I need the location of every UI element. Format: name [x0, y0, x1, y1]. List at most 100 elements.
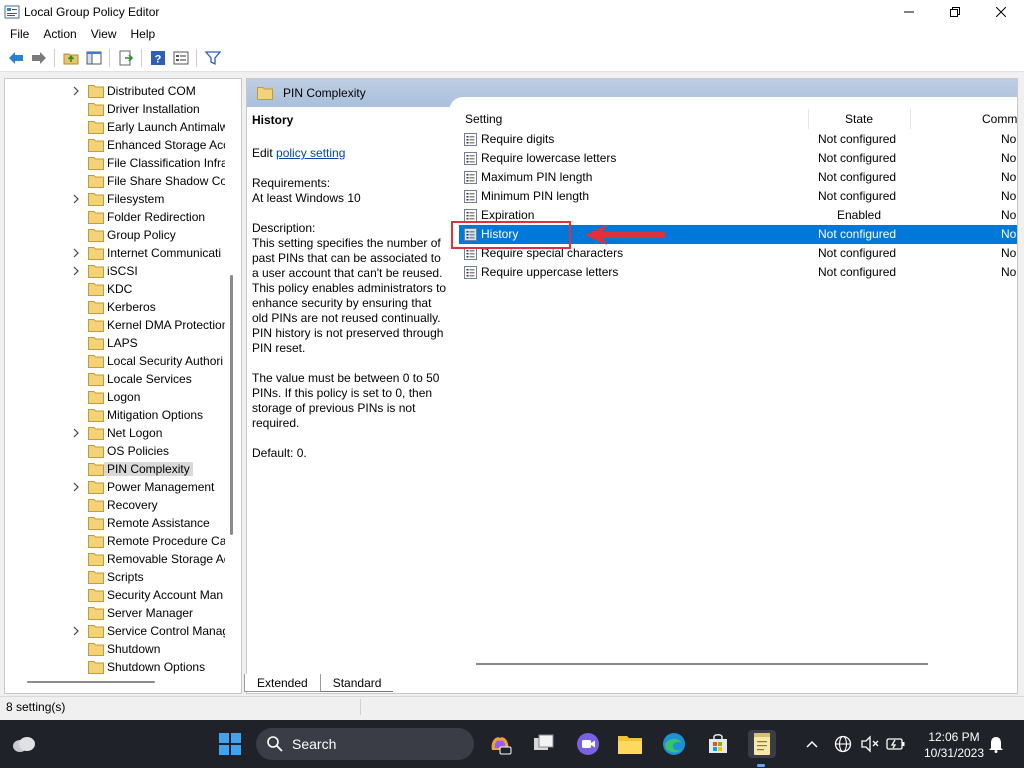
- tree-item[interactable]: Shutdown: [5, 640, 227, 658]
- tree-item[interactable]: Filesystem: [5, 190, 227, 208]
- tree-item[interactable]: Enhanced Storage Acc: [5, 136, 227, 154]
- chevron-right-icon[interactable]: [71, 266, 81, 276]
- chevron-right-icon[interactable]: [71, 248, 81, 258]
- show-hide-tree-button[interactable]: [82, 47, 105, 69]
- tree-item[interactable]: Local Security Authori: [5, 352, 227, 370]
- copilot-button[interactable]: [486, 730, 514, 758]
- column-header-state[interactable]: State: [845, 109, 873, 129]
- tree-item[interactable]: Scripts: [5, 568, 227, 586]
- teams-chat-button[interactable]: [574, 730, 602, 758]
- tree-item[interactable]: Mitigation Options: [5, 406, 227, 424]
- menu-view[interactable]: View: [84, 24, 124, 44]
- tree-item[interactable]: Distributed COM: [5, 82, 227, 100]
- export-list-button[interactable]: [114, 47, 137, 69]
- tree-item[interactable]: Group Policy: [5, 226, 227, 244]
- minimize-button[interactable]: [886, 0, 932, 24]
- forward-button[interactable]: [27, 47, 50, 69]
- tree-item[interactable]: Remote Assistance: [5, 514, 227, 532]
- volume-button[interactable]: [858, 730, 882, 758]
- taskbar-clock[interactable]: 12:06 PM 10/31/2023: [918, 729, 990, 761]
- tree-item[interactable]: Kerberos: [5, 298, 227, 316]
- column-separator[interactable]: [910, 109, 911, 129]
- menu-help[interactable]: Help: [124, 24, 163, 44]
- taskbar-search-box[interactable]: Search: [256, 728, 474, 760]
- settings-row[interactable]: Require lowercase letters Not configured N…: [459, 149, 1017, 168]
- edit-policy-setting-link[interactable]: policy setting: [276, 146, 345, 160]
- tree-item[interactable]: Shutdown Options: [5, 658, 227, 676]
- horizontal-scrollbar[interactable]: [476, 663, 928, 665]
- tree-item[interactable]: File Classification Infra: [5, 154, 227, 172]
- tree-item[interactable]: Early Launch Antimalw: [5, 118, 227, 136]
- language-button[interactable]: [832, 730, 854, 758]
- tree-item-label: Security Account Man: [107, 588, 224, 602]
- tree-item[interactable]: File Share Shadow Cop: [5, 172, 227, 190]
- tree-item[interactable]: Locale Services: [5, 370, 227, 388]
- tree-item-label: Server Manager: [107, 606, 194, 620]
- battery-button[interactable]: [884, 730, 908, 758]
- help-button[interactable]: ?: [146, 47, 169, 69]
- tree-item[interactable]: iSCSI: [5, 262, 227, 280]
- edge-browser-button[interactable]: [660, 730, 688, 758]
- up-one-level-button[interactable]: [59, 47, 82, 69]
- tree-item[interactable]: Kernel DMA Protection: [5, 316, 227, 334]
- tree-item-label: Service Control Manag: [107, 624, 225, 638]
- settings-row[interactable]: Require digits Not configured No: [459, 130, 1017, 149]
- settings-row[interactable]: Maximum PIN length Not configured No: [459, 168, 1017, 187]
- widgets-button[interactable]: [10, 730, 38, 758]
- tree-item[interactable]: Power Management: [5, 478, 227, 496]
- chevron-right-icon[interactable]: [71, 428, 81, 438]
- window-title: Local Group Policy Editor: [24, 5, 160, 19]
- folder-icon: [88, 643, 104, 656]
- close-button[interactable]: [978, 0, 1024, 24]
- tree-item[interactable]: PIN Complexity: [5, 460, 227, 478]
- tree-item[interactable]: Folder Redirection: [5, 208, 227, 226]
- microsoft-store-button[interactable]: [704, 730, 732, 758]
- folder-icon: [88, 463, 104, 476]
- policy-setting-icon: [464, 171, 477, 184]
- tree-item[interactable]: Net Logon: [5, 424, 227, 442]
- notifications-button[interactable]: [984, 730, 1008, 758]
- tree-item[interactable]: Logon: [5, 388, 227, 406]
- column-separator[interactable]: [808, 109, 809, 129]
- folder-icon: [88, 625, 104, 638]
- tree-item[interactable]: Security Account Man: [5, 586, 227, 604]
- tree-item[interactable]: Driver Installation: [5, 100, 227, 118]
- tree-item-label: Early Launch Antimalw: [107, 120, 225, 134]
- menu-file[interactable]: File: [3, 24, 36, 44]
- column-header-setting[interactable]: Setting: [465, 109, 502, 129]
- vertical-scrollbar[interactable]: [230, 275, 233, 535]
- console-tree[interactable]: Distributed COM Driver Installation Early …: [4, 78, 242, 694]
- settings-row[interactable]: Require uppercase letters Not configured N…: [459, 263, 1017, 282]
- tree-item[interactable]: Removable Storage Ac: [5, 550, 227, 568]
- chevron-right-icon[interactable]: [71, 626, 81, 636]
- back-button[interactable]: [4, 47, 27, 69]
- start-button[interactable]: [216, 730, 244, 758]
- menu-action[interactable]: Action: [36, 24, 83, 44]
- tree-item[interactable]: Remote Procedure Ca: [5, 532, 227, 550]
- show-hidden-icons-button[interactable]: [800, 730, 824, 758]
- horizontal-scrollbar[interactable]: [27, 681, 155, 683]
- filter-button[interactable]: [201, 47, 224, 69]
- tab-extended[interactable]: Extended: [244, 674, 321, 692]
- chevron-right-icon[interactable]: [71, 86, 81, 96]
- notepad-button[interactable]: [748, 730, 776, 758]
- chevron-right-icon[interactable]: [71, 482, 81, 492]
- properties-icon: [173, 51, 188, 64]
- settings-row[interactable]: Minimum PIN length Not configured No: [459, 187, 1017, 206]
- tab-standard[interactable]: Standard: [320, 674, 394, 692]
- tree-item[interactable]: KDC: [5, 280, 227, 298]
- chevron-right-icon[interactable]: [71, 194, 81, 204]
- maximize-button[interactable]: [932, 0, 978, 24]
- tree-item[interactable]: OS Policies: [5, 442, 227, 460]
- tree-item[interactable]: Recovery: [5, 496, 227, 514]
- column-header-comment[interactable]: Comm: [982, 109, 1017, 129]
- tree-item[interactable]: Internet Communicati: [5, 244, 227, 262]
- properties-view-button[interactable]: [169, 47, 192, 69]
- tree-item[interactable]: LAPS: [5, 334, 227, 352]
- tree-item[interactable]: Server Manager: [5, 604, 227, 622]
- tree-item[interactable]: Service Control Manag: [5, 622, 227, 640]
- file-explorer-button[interactable]: [616, 730, 644, 758]
- search-icon: [267, 736, 283, 752]
- back-arrow-icon: [8, 51, 23, 64]
- task-view-button[interactable]: [530, 730, 558, 758]
